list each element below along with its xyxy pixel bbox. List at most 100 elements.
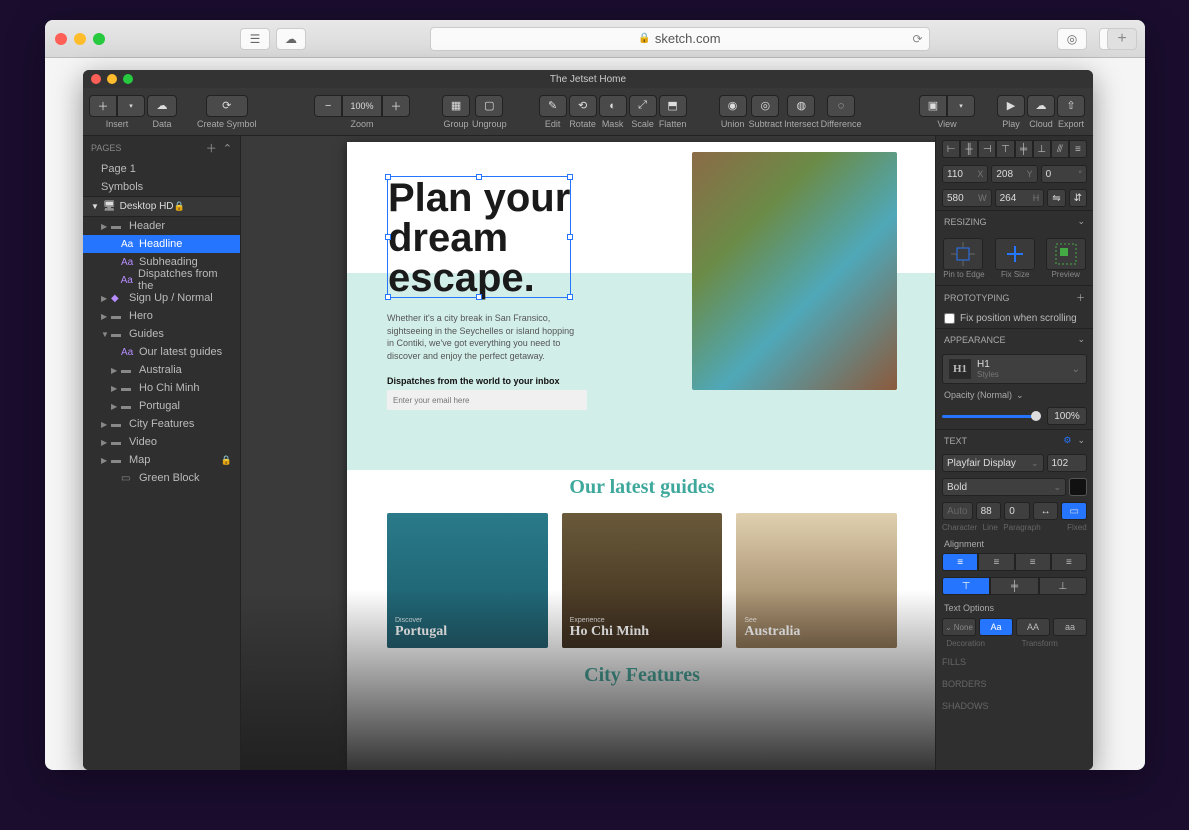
line-height-field[interactable]: 88 (976, 502, 1002, 520)
align-vcenter-button[interactable]: ╪ (1015, 140, 1033, 158)
resizing-header[interactable]: RESIZING⌄ (936, 210, 1093, 232)
expand-arrow-icon[interactable]: ▶ (101, 438, 111, 447)
font-weight-field[interactable]: Bold⌄ (942, 478, 1066, 496)
expand-arrow-icon[interactable]: ▶ (101, 312, 111, 321)
layer-item[interactable]: ▶▬Hero (83, 307, 240, 325)
text-settings-icon[interactable]: ⚙ (1063, 435, 1071, 446)
decoration-field[interactable]: ⌄None (942, 618, 976, 636)
expand-arrow-icon[interactable]: ▶ (111, 402, 121, 411)
address-bar[interactable]: 🔒 sketch.com ⟳ (430, 27, 930, 51)
headline-selection[interactable]: Plan your dream escape. (387, 176, 571, 298)
expand-arrow-icon[interactable]: ▶ (101, 456, 111, 465)
minimize-window-button[interactable] (74, 33, 86, 45)
layer-item[interactable]: ▶▬Header (83, 217, 240, 235)
align-hcenter-button[interactable]: ╫ (960, 140, 978, 158)
zoom-control[interactable]: −100%＋ Zoom (314, 95, 410, 129)
guide-card-australia[interactable]: SeeAustralia (736, 513, 897, 648)
union-tool[interactable]: ◉Union (719, 95, 747, 129)
width-field[interactable]: 580W (942, 189, 992, 207)
text-header[interactable]: TEXT⚙⌄ (936, 429, 1093, 451)
reload-icon[interactable]: ⟳ (912, 32, 922, 46)
artboard-desktop-hd[interactable]: Plan your dream escape. Whether it's a c… (347, 142, 935, 770)
align-top-button[interactable]: ⊤ (996, 140, 1014, 158)
expand-arrow-icon[interactable]: ▶ (111, 366, 121, 375)
appearance-header[interactable]: APPEARANCE⌄ (936, 328, 1093, 350)
rotate-tool[interactable]: ⟲Rotate (569, 95, 597, 129)
reader-button[interactable]: ☰ (240, 28, 270, 50)
sketch-maximize-button[interactable] (123, 74, 133, 84)
font-family-field[interactable]: Playfair Display⌄ (942, 454, 1044, 472)
expand-arrow-icon[interactable]: ▶ (101, 420, 111, 429)
text-align-center-button[interactable]: ≡ (978, 553, 1014, 571)
data-tool[interactable]: ☁Data (147, 95, 177, 129)
flip-h-button[interactable]: ⇋ (1047, 189, 1065, 207)
privacy-report-button[interactable]: ◎ (1057, 28, 1087, 50)
guide-card-portugal[interactable]: DiscoverPortugal (387, 513, 548, 648)
shadows-section[interactable]: SHADOWS (936, 695, 1093, 717)
layer-item[interactable]: ▶▬Map🔒 (83, 451, 240, 469)
fix-size-control[interactable] (995, 238, 1035, 270)
layer-item[interactable]: AaHeadline (83, 235, 240, 253)
text-align-left-button[interactable]: ≡ (942, 553, 978, 571)
layer-item[interactable]: ▼▬Guides (83, 325, 240, 343)
add-prototype-button[interactable]: ＋ (1076, 291, 1085, 304)
distribute-v-button[interactable]: ≡ (1069, 140, 1087, 158)
pin-to-edge-control[interactable] (943, 238, 983, 270)
layer-item[interactable]: ▶▬City Features (83, 415, 240, 433)
intersect-tool[interactable]: ◍Intersect (784, 95, 819, 129)
play-tool[interactable]: ▶Play (997, 95, 1025, 129)
text-color-swatch[interactable] (1069, 478, 1087, 496)
canvas[interactable]: Plan your dream escape. Whether it's a c… (241, 136, 935, 770)
insert-tool[interactable]: ＋▾ Insert (89, 95, 145, 129)
cloud-tool[interactable]: ☁Cloud (1027, 95, 1055, 129)
layer-item[interactable]: ▭Green Block (83, 469, 240, 487)
sketch-minimize-button[interactable] (107, 74, 117, 84)
text-valign-bottom-button[interactable]: ⊥ (1039, 577, 1087, 595)
paragraph-spacing-field[interactable]: 0 (1004, 502, 1030, 520)
opacity-slider[interactable]: 100% (942, 407, 1087, 425)
layer-item[interactable]: ▶▬Portugal (83, 397, 240, 415)
transform-aa-button[interactable]: Aa (979, 618, 1013, 636)
expand-arrow-icon[interactable]: ▶ (111, 384, 121, 393)
auto-width-button[interactable]: ↔ (1033, 502, 1059, 520)
character-spacing-field[interactable]: Auto (942, 502, 973, 520)
flip-v-button[interactable]: ⇵ (1069, 189, 1087, 207)
expand-arrow-icon[interactable]: ▶ (101, 222, 111, 231)
height-field[interactable]: 264H (995, 189, 1045, 207)
maximize-window-button[interactable] (93, 33, 105, 45)
email-input[interactable] (387, 390, 587, 410)
borders-section[interactable]: BORDERS (936, 673, 1093, 695)
rotation-field[interactable]: 0° (1041, 165, 1087, 183)
layer-item[interactable]: ▶▬Australia (83, 361, 240, 379)
subtract-tool[interactable]: ◎Subtract (749, 95, 783, 129)
text-valign-middle-button[interactable]: ╪ (990, 577, 1038, 595)
expand-arrow-icon[interactable]: ▼ (101, 330, 111, 339)
expand-arrow-icon[interactable]: ▶ (101, 294, 111, 303)
transform-upper-button[interactable]: AA (1016, 618, 1050, 636)
create-symbol-tool[interactable]: ⟳Create Symbol (197, 95, 257, 129)
transform-lower-button[interactable]: aa (1053, 618, 1087, 636)
layer-item[interactable]: AaDispatches from the (83, 271, 240, 289)
collapse-pages-button[interactable]: ⌃ (223, 142, 232, 155)
distribute-h-button[interactable]: ⫻ (1051, 140, 1069, 158)
align-left-button[interactable]: ⊢ (942, 140, 960, 158)
cloud-tabs-button[interactable]: ☁ (276, 28, 306, 50)
prototyping-header[interactable]: PROTOTYPING＋ (936, 285, 1093, 309)
font-size-field[interactable]: 102 (1047, 454, 1088, 472)
align-right-button[interactable]: ⊣ (978, 140, 996, 158)
group-tool[interactable]: ▦Group (442, 95, 470, 129)
layer-item[interactable]: ▶▬Video (83, 433, 240, 451)
page-item[interactable]: Symbols (83, 178, 240, 196)
ungroup-tool[interactable]: ▢Ungroup (472, 95, 507, 129)
fixed-width-button[interactable]: ▭ (1061, 502, 1087, 520)
export-tool[interactable]: ⇧Export (1057, 95, 1085, 129)
scale-tool[interactable]: ⤢Scale (629, 95, 657, 129)
flatten-tool[interactable]: ⬒Flatten (659, 95, 687, 129)
x-field[interactable]: 110X (942, 165, 988, 183)
mask-tool[interactable]: ◐Mask (599, 95, 627, 129)
text-align-justify-button[interactable]: ≡ (1051, 553, 1087, 571)
guide-card-hochiminh[interactable]: ExperienceHo Chi Minh (562, 513, 723, 648)
text-align-right-button[interactable]: ≡ (1015, 553, 1051, 571)
fills-section[interactable]: FILLS (936, 651, 1093, 673)
new-tab-button[interactable]: + (1107, 28, 1137, 50)
